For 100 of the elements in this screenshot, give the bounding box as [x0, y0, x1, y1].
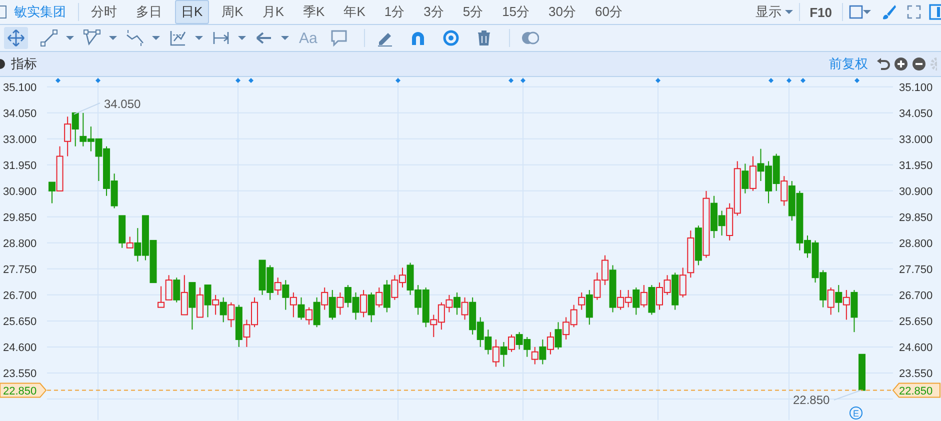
measure-tool-icon[interactable]	[212, 29, 230, 47]
period-tab[interactable]: 5分	[456, 0, 490, 24]
candlestick	[212, 294, 220, 316]
period-tab[interactable]: 1分	[378, 0, 411, 24]
y-axis-label: 30.900	[899, 186, 933, 198]
y-axis-label: 35.100	[3, 82, 37, 94]
period-tab[interactable]: 分时	[85, 0, 123, 24]
comment-icon[interactable]	[330, 29, 348, 47]
candlestick	[508, 334, 516, 352]
collapse-icon[interactable]	[0, 57, 6, 71]
period-tab[interactable]: 3分	[418, 0, 450, 24]
toggle-icon[interactable]	[521, 29, 540, 47]
caret-icon[interactable]	[152, 35, 160, 41]
candlestick	[360, 289, 368, 318]
target-icon[interactable]	[442, 29, 460, 47]
candlestick	[313, 296, 320, 328]
candlestick	[228, 302, 235, 328]
candlestick	[632, 287, 640, 316]
leader-line	[834, 390, 862, 400]
move-icon[interactable]	[7, 29, 25, 47]
indicator-label[interactable]: 指标	[11, 55, 37, 73]
polygon-tool-icon[interactable]	[83, 29, 101, 47]
leader-line	[74, 102, 100, 115]
candlestick	[539, 339, 546, 365]
candlestick	[64, 116, 72, 157]
last-price-label: 22.850	[793, 393, 830, 407]
candlestick	[204, 284, 212, 318]
zoom-out-icon[interactable]	[912, 57, 926, 71]
y-axis-label: 26.700	[3, 290, 37, 302]
candlestick	[126, 236, 134, 248]
fullscreen-icon[interactable]	[907, 5, 921, 19]
candlestick	[461, 296, 468, 320]
period-tab[interactable]: 月K	[256, 0, 290, 24]
candlestick	[336, 292, 344, 316]
candlestick	[376, 287, 383, 308]
caret-icon[interactable]	[195, 35, 203, 41]
caret-icon[interactable]	[109, 35, 117, 41]
period-tab[interactable]: 60分	[589, 0, 628, 24]
period-tab[interactable]: 周K	[216, 0, 250, 24]
panel-icon[interactable]	[929, 4, 941, 20]
candlestick	[48, 182, 56, 204]
candlestick	[500, 341, 508, 368]
candlestick	[165, 274, 172, 300]
period-tab[interactable]: 日K	[175, 0, 209, 24]
candlestick	[368, 292, 375, 323]
candlestick	[679, 267, 686, 298]
caret-icon[interactable]	[863, 9, 871, 15]
candlestick	[321, 287, 328, 310]
candlestick	[220, 296, 227, 323]
candlestick	[780, 176, 788, 206]
candlestick	[158, 286, 165, 308]
caret-icon[interactable]	[66, 35, 74, 41]
high-price-label: 34.050	[104, 97, 141, 111]
candlestick	[328, 289, 336, 320]
brush-icon[interactable]	[881, 4, 897, 20]
candlestick	[282, 280, 290, 310]
y-axis-label: 31.950	[899, 160, 933, 172]
period-tab[interactable]: 年K	[338, 0, 372, 24]
zoom-in-icon[interactable]	[894, 57, 908, 71]
period-tab[interactable]: 15分	[496, 0, 536, 24]
caret-icon	[784, 9, 793, 15]
undo-icon[interactable]	[876, 57, 890, 71]
y-axis-label: 28.800	[3, 238, 37, 250]
caret-icon[interactable]	[238, 35, 246, 41]
y-axis-label: 28.800	[899, 238, 933, 250]
f10-button[interactable]: F10	[806, 4, 836, 20]
wave-tool-icon[interactable]	[126, 29, 144, 47]
y-axis-label: 27.750	[899, 264, 933, 276]
price-tag: 22.850	[892, 382, 940, 398]
period-tab[interactable]: 30分	[542, 0, 582, 24]
y-axis-label: 29.850	[899, 212, 933, 224]
y-axis-label: 33.000	[3, 134, 37, 146]
candlestick	[842, 289, 850, 320]
candlestick	[531, 346, 538, 365]
candlestick	[492, 339, 500, 368]
y-axis-label: 27.750	[3, 264, 37, 276]
y-axis-label: 30.900	[3, 186, 37, 198]
period-tab[interactable]: 季K	[297, 0, 331, 24]
candlestick	[742, 163, 749, 194]
candlestick	[835, 284, 842, 313]
y-axis-label: 26.700	[899, 290, 933, 302]
candlestick	[749, 156, 756, 192]
candlestick	[640, 284, 648, 308]
period-tab[interactable]: 多日	[130, 0, 168, 24]
candlestick	[298, 296, 305, 320]
candlestick	[274, 277, 282, 296]
candlestick	[72, 112, 79, 147]
candlestick	[290, 292, 297, 318]
candlestick	[173, 277, 180, 303]
line-tool-icon[interactable]	[40, 29, 58, 47]
chart-tool-icon[interactable]	[169, 29, 187, 47]
candlestick	[383, 280, 390, 313]
y-axis-label: 31.950	[3, 160, 37, 172]
candlestick	[196, 287, 204, 318]
y-axis-label: 34.050	[899, 108, 933, 120]
square-icon[interactable]	[849, 5, 863, 19]
y-axis-label: 24.600	[899, 342, 933, 354]
caret-icon[interactable]	[281, 35, 289, 41]
y-axis-label: 34.050	[3, 108, 37, 120]
display-menu[interactable]: 显示	[756, 3, 793, 21]
